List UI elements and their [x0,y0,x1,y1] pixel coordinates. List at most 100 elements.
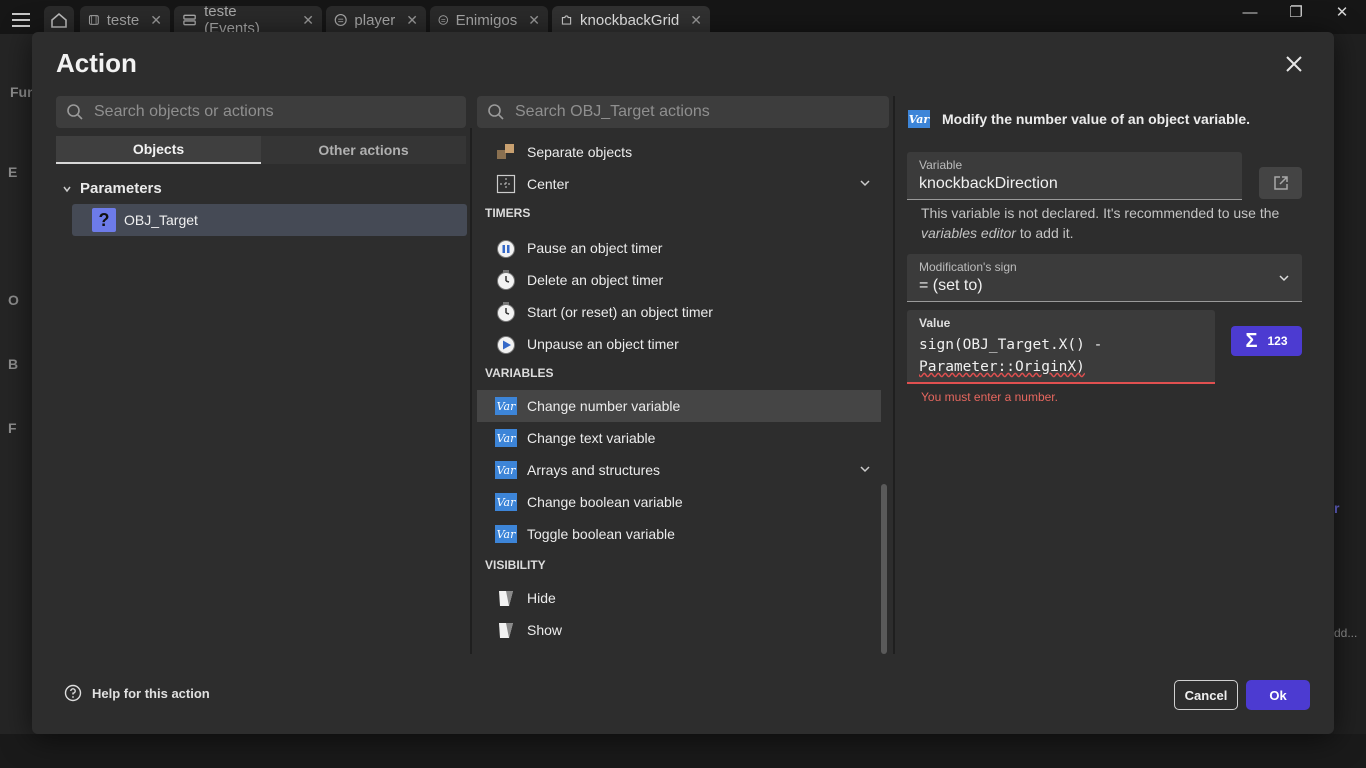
sign-label: Modification's sign [919,260,1017,274]
question-icon: ? [92,208,116,232]
search-icon [488,104,504,120]
home-tab[interactable] [44,6,74,34]
expression-editor-button[interactable]: Σ 123 [1231,326,1302,356]
expression-text[interactable]: sign(OBJ_Target.X() - Parameter::OriginX) [919,334,1102,378]
list-item[interactable]: Var Arrays and structures [477,454,881,486]
item-label: Change text variable [527,430,656,446]
bg-label: dd... [1334,626,1358,640]
hint-text: This variable is not declared. It's reco… [921,205,1280,221]
column-divider [470,128,472,654]
close-tab-icon[interactable]: ✕ [528,12,540,29]
list-item[interactable]: Delete an object timer [477,264,881,296]
close-tab-icon[interactable]: ✕ [302,12,314,29]
list-item-selected[interactable]: Var Change number variable [477,390,881,422]
help-icon [64,684,82,702]
variable-value: knockbackDirection [919,175,1058,192]
var-icon: Var [495,525,517,543]
home-icon [51,12,67,28]
list-item[interactable]: Show [477,614,881,646]
list-item[interactable]: Unpause an object timer [477,328,881,360]
section-header-variables: VARIABLES [485,366,554,380]
menu-icon[interactable] [12,13,30,27]
chevron-down-icon [63,186,71,192]
unpause-timer-icon [495,333,517,355]
list-item[interactable]: Start (or reset) an object timer [477,296,881,328]
cancel-button[interactable]: Cancel [1174,680,1238,710]
help-link[interactable]: Help for this action [64,684,210,702]
dialog-title: Action [56,48,137,78]
tab-other-actions[interactable]: Other actions [261,136,466,164]
item-label: Pause an object timer [527,240,663,256]
ok-button[interactable]: Ok [1246,680,1310,710]
section-header-visibility: VISIBILITY [485,558,546,572]
close-window-icon[interactable]: ✕ [1322,2,1362,22]
object-item-obj-target[interactable]: ? OBJ_Target [72,204,467,236]
tab-knockbackgrid[interactable]: knockbackGrid ✕ [552,6,710,34]
variable-field[interactable]: Variable knockbackDirection [907,152,1242,200]
list-item[interactable]: Var Change boolean variable [477,486,881,518]
tab-teste-events[interactable]: teste (Events) ✕ [174,3,322,37]
bg-label: E [8,164,18,180]
help-label: Help for this action [92,685,210,701]
search-icon [67,104,83,120]
timer-icon [495,301,517,323]
center-icon [495,173,517,195]
tab-enimigos[interactable]: Enimigos ✕ [430,6,548,34]
close-tab-icon[interactable]: ✕ [690,12,702,29]
actions-scrollbar[interactable] [881,484,887,654]
pause-timer-icon [495,237,517,259]
bg-label: F [8,420,17,436]
modification-sign-select[interactable]: Modification's sign = (set to) [907,254,1302,302]
tab-teste[interactable]: teste ✕ [80,6,170,34]
var-icon: Var [495,493,517,511]
visibility-icon [495,619,517,641]
parameters-group[interactable]: Parameters [62,180,162,197]
var-icon: Var [495,397,517,415]
list-item[interactable]: Center [477,168,881,200]
list-item[interactable]: Pause an object timer [477,232,881,264]
item-label: Unpause an object timer [527,336,679,352]
background-bottom-bar [0,734,1366,768]
actions-search[interactable] [477,96,889,128]
chevron-down-icon [860,466,870,473]
chevron-down-icon [860,180,870,187]
var-icon: Var [495,461,517,479]
app-tab-bar: teste ✕ teste (Events) ✕ player ✕ Enimigos ✕… [0,0,1366,37]
section-header-timers: TIMERS [485,206,531,220]
minimize-icon[interactable]: — [1230,2,1270,22]
item-label: Separate objects [527,144,633,160]
var-icon: Var [495,429,517,447]
item-label: Center [527,176,570,192]
tab-objects[interactable]: Objects [56,136,261,164]
open-variables-editor-button[interactable] [1259,167,1302,199]
objects-search-input[interactable] [94,103,424,121]
separate-icon [495,141,517,163]
tab-label: Enimigos [455,11,518,29]
variables-editor-link[interactable]: variables editor [921,225,1016,241]
events-icon [183,14,196,26]
item-label: Hide [527,590,556,606]
item-label: Toggle boolean variable [527,526,675,542]
expression-line: sign(OBJ_Target.X() - [919,337,1103,353]
tab-label: player [354,11,396,29]
value-expression-field[interactable]: Value sign(OBJ_Target.X() - Parameter::Or… [907,310,1215,384]
list-item[interactable]: Var Change text variable [477,422,881,454]
restore-icon[interactable]: ❐ [1276,2,1316,22]
extension-icon [438,15,449,25]
objects-search[interactable] [56,96,466,128]
scene-icon [88,15,99,25]
chevron-down-icon [1279,275,1289,282]
close-tab-icon[interactable]: ✕ [150,12,162,29]
sigma-icon: Σ [1245,329,1258,352]
item-label: Change number variable [527,398,681,414]
sign-value: = (set to) [919,277,983,294]
extension-icon [334,13,347,27]
close-icon[interactable] [1282,52,1306,76]
tab-player[interactable]: player ✕ [326,6,426,34]
bg-label: O [8,292,19,308]
list-item[interactable]: Var Toggle boolean variable [477,518,881,550]
list-item[interactable]: Hide [477,582,881,614]
list-item[interactable]: Separate objects [477,136,881,168]
close-tab-icon[interactable]: ✕ [406,12,418,29]
actions-search-input[interactable] [515,103,845,121]
